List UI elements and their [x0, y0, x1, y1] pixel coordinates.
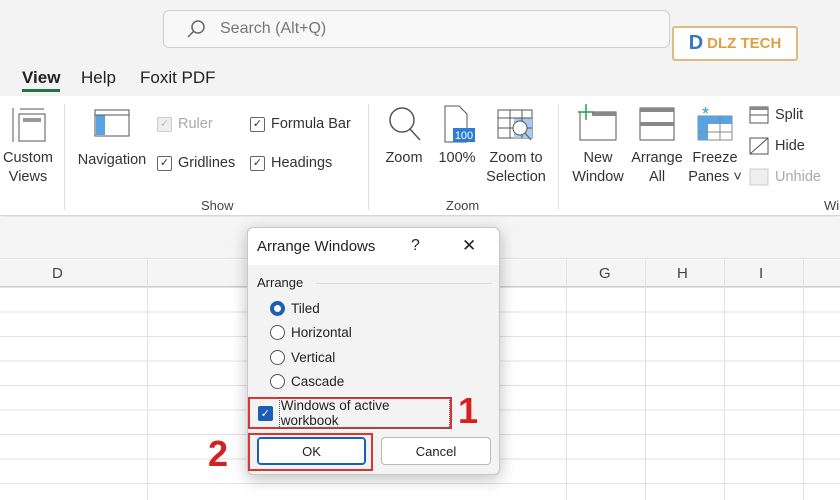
magnifier-icon [389, 107, 421, 141]
arrange-all-icon [639, 107, 675, 141]
windows-of-active-workbook-checkbox[interactable]: ✓ Windows of active workbook [248, 397, 452, 429]
svg-text:100: 100 [455, 130, 473, 142]
cancel-button[interactable]: Cancel [381, 437, 491, 465]
tab-view[interactable]: View [22, 68, 60, 88]
page-100-icon: 100 [444, 105, 475, 143]
dialog-title: Arrange Windows [257, 238, 376, 255]
arrange-windows-dialog: Arrange Windows ? ✕ Arrange Tiled Horizo… [247, 227, 500, 475]
column-header-g[interactable]: G [599, 265, 611, 282]
hide-icon [749, 137, 769, 155]
group-label-show: Show [201, 198, 234, 213]
gridline [724, 260, 725, 500]
unhide-icon [749, 168, 769, 186]
radio-tiled[interactable]: Tiled [270, 301, 320, 316]
annotation-step-1: 1 [458, 390, 479, 431]
tab-foxit-pdf[interactable]: Foxit PDF [140, 68, 216, 88]
dialog-title-bar: Arrange Windows ? ✕ [248, 228, 499, 265]
radio-horizontal[interactable]: Horizontal [270, 325, 352, 340]
check-icon: ✓ [157, 155, 172, 171]
gridline [147, 260, 148, 500]
gridline [645, 260, 646, 500]
hide-button[interactable]: Hide [749, 137, 805, 155]
ruler-checkbox[interactable]: ✓ Ruler [157, 116, 213, 132]
new-window-icon [578, 104, 617, 141]
search-icon [187, 20, 205, 38]
custom-views-icon [12, 108, 46, 142]
gridline [803, 260, 804, 500]
column-header-d[interactable]: D [52, 265, 63, 282]
check-icon: ✓ [258, 405, 273, 421]
navigation-button[interactable]: Navigation [76, 108, 148, 170]
radio-icon [270, 350, 285, 365]
annotation-step-2: 2 [208, 433, 229, 474]
navigation-icon [94, 109, 130, 137]
check-icon: ✓ [157, 116, 172, 132]
zoom-100-button[interactable]: 100 100% [437, 104, 477, 168]
check-icon: ✓ [250, 155, 265, 171]
tab-help[interactable]: Help [81, 68, 116, 88]
check-icon: ✓ [250, 116, 265, 132]
svg-text:*: * [702, 104, 709, 124]
group-label-window: Wi [824, 198, 840, 213]
search-placeholder: Search (Alt+Q) [220, 20, 327, 37]
dlz-tech-logo: D DLZ TECH [672, 26, 798, 61]
help-icon[interactable]: ? [411, 237, 420, 255]
zoom-button[interactable]: Zoom [380, 104, 428, 168]
group-label-zoom: Zoom [446, 198, 480, 213]
divider [368, 104, 369, 210]
column-header-i[interactable]: I [759, 265, 763, 282]
search-box[interactable]: Search (Alt+Q) [163, 10, 670, 48]
radio-icon [270, 325, 285, 340]
radio-vertical[interactable]: Vertical [270, 350, 335, 365]
divider [316, 283, 492, 284]
arrange-section-label: Arrange [257, 275, 304, 290]
freeze-panes-button[interactable]: * Freeze Panes ˅ [688, 104, 742, 187]
formula-bar-checkbox[interactable]: ✓ Formula Bar [250, 116, 351, 132]
freeze-panes-icon: * [697, 104, 733, 141]
ok-button[interactable]: OK [257, 437, 366, 465]
gridlines-checkbox[interactable]: ✓ Gridlines [157, 155, 235, 171]
split-icon [749, 106, 769, 124]
radio-selected-icon [270, 301, 285, 316]
close-icon[interactable]: ✕ [462, 236, 476, 256]
column-header-h[interactable]: H [677, 265, 688, 282]
headings-checkbox[interactable]: ✓ Headings [250, 155, 332, 171]
new-window-button[interactable]: New Window [568, 104, 628, 187]
zoom-to-selection-button[interactable]: Zoom to Selection [484, 104, 548, 187]
gridline [566, 260, 567, 500]
divider [558, 104, 559, 210]
split-button[interactable]: Split [749, 106, 803, 124]
divider [64, 104, 65, 210]
unhide-button[interactable]: Unhide [749, 168, 821, 186]
active-tab-indicator [22, 89, 60, 92]
custom-views-button[interactable]: Custom Views [0, 104, 56, 187]
zoom-selection-icon [497, 109, 533, 141]
radio-cascade[interactable]: Cascade [270, 374, 344, 389]
arrange-all-button[interactable]: Arrange All [628, 104, 686, 187]
radio-icon [270, 374, 285, 389]
